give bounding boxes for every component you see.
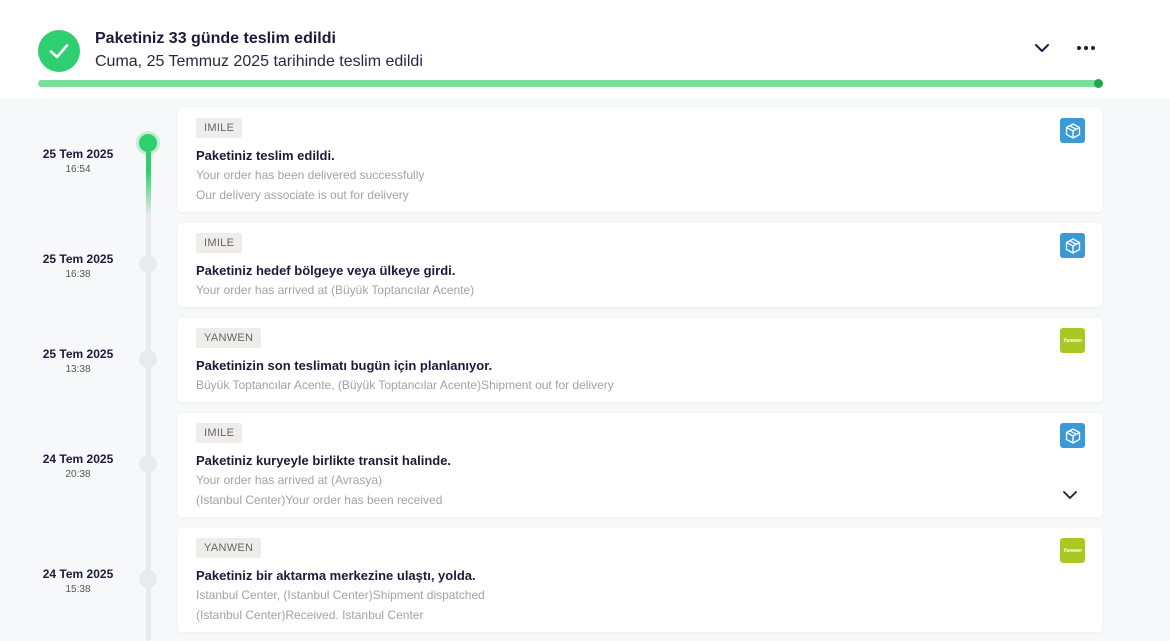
- event-card: IMILE Paketiniz kuryeyle birlikte transi…: [178, 413, 1102, 517]
- event-card: YANWEN Yanwen Paketiniz bir aktarma merk…: [178, 528, 1102, 632]
- carrier-badge: YANWEN: [196, 328, 262, 348]
- event-card: IMILE Paketiniz teslim edildi. Your orde…: [178, 108, 1102, 212]
- event-date-day: 25 Tem 2025: [42, 252, 114, 266]
- timeline-dot: [139, 255, 157, 273]
- event-detail: (Istanbul Center)Your order has been rec…: [196, 493, 443, 507]
- event-date-day: 24 Tem 2025: [42, 452, 114, 466]
- timeline-line-active: [146, 143, 151, 215]
- package-box-icon: [1060, 118, 1085, 143]
- event-date-time: 15:38: [65, 584, 91, 595]
- event-date: 25 Tem 2025 16:54: [22, 147, 134, 175]
- event-date-time: 16:54: [65, 164, 91, 175]
- event-card: IMILE Paketiniz hedef bölgeye veya ülkey…: [178, 223, 1102, 307]
- event-date-time: 13:38: [65, 364, 91, 375]
- package-box-icon: [1060, 233, 1085, 258]
- event-detail: Istanbul Center, (Istanbul Center)Shipme…: [196, 588, 485, 602]
- page-title: Paketiniz 33 günde teslim edildi: [95, 30, 336, 47]
- event-date-time: 16:38: [65, 269, 91, 280]
- event-date: 25 Tem 2025 16:38: [22, 252, 134, 280]
- carrier-badge: IMILE: [196, 423, 243, 443]
- delivery-progress-bar: [38, 79, 1103, 88]
- timeline-dot: [139, 570, 157, 588]
- timeline-line: [146, 143, 151, 641]
- package-box-icon: [1060, 423, 1085, 448]
- expand-chevron-icon[interactable]: [1060, 485, 1080, 505]
- yanwen-logo-icon: Yanwen: [1060, 538, 1085, 563]
- event-date: 25 Tem 2025 13:38: [22, 347, 134, 375]
- event-detail: Your order has arrived at (Büyük Toptanc…: [196, 283, 475, 297]
- event-date: 24 Tem 2025 20:38: [22, 452, 134, 480]
- carrier-badge: IMILE: [196, 233, 243, 253]
- event-date-day: 25 Tem 2025: [42, 147, 114, 161]
- event-card: YANWEN Yanwen Paketinizin son teslimatı …: [178, 318, 1102, 402]
- carrier-badge: IMILE: [196, 118, 243, 138]
- event-detail: (Istanbul Center)Received. Istanbul Cent…: [196, 608, 424, 622]
- timeline-dot: [139, 350, 157, 368]
- event-date-day: 24 Tem 2025: [42, 567, 114, 581]
- progress-end-dot: [1094, 79, 1103, 88]
- chevron-down-icon[interactable]: [1030, 36, 1054, 60]
- event-title: Paketiniz kuryeyle birlikte transit hali…: [196, 453, 452, 468]
- event-title: Paketiniz teslim edildi.: [196, 148, 335, 163]
- event-title: Paketiniz bir aktarma merkezine ulaştı, …: [196, 568, 476, 583]
- event-date-day: 25 Tem 2025: [42, 347, 114, 361]
- event-detail: Büyük Toptancılar Acente, (Büyük Toptanc…: [196, 378, 614, 392]
- event-detail: Our delivery associate is out for delive…: [196, 188, 409, 202]
- event-detail: Your order has arrived at (Avrasya): [196, 473, 383, 487]
- carrier-badge: YANWEN: [196, 538, 262, 558]
- event-date-time: 20:38: [65, 469, 91, 480]
- more-dots-icon[interactable]: [1074, 36, 1098, 60]
- timeline-dot: [139, 455, 157, 473]
- event-detail: Your order has been delivered successful…: [196, 168, 425, 182]
- check-icon: [38, 30, 80, 72]
- event-title: Paketiniz hedef bölgeye veya ülkeye gird…: [196, 263, 456, 278]
- yanwen-logo-icon: Yanwen: [1060, 328, 1085, 353]
- event-title: Paketinizin son teslimatı bugün için pla…: [196, 358, 493, 373]
- progress-fill: [38, 80, 1102, 87]
- event-date: 24 Tem 2025 15:38: [22, 567, 134, 595]
- timeline-dot-active: [139, 134, 157, 152]
- delivery-date-subtitle: Cuma, 25 Temmuz 2025 tarihinde teslim ed…: [95, 53, 423, 70]
